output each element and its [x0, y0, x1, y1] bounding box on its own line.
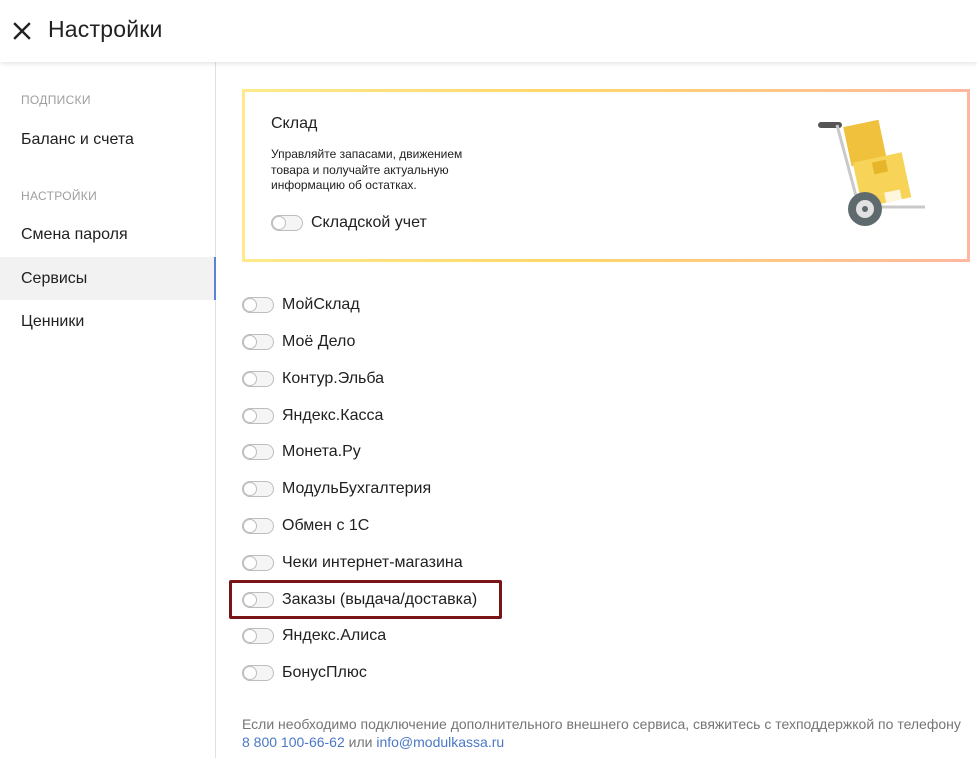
page-title: Настройки [48, 16, 163, 42]
service-row-obmen-1c[interactable]: Обмен с 1С [242, 514, 369, 538]
service-label: МойСклад [282, 296, 360, 313]
service-row-bonusplus[interactable]: БонусПлюс [242, 661, 367, 685]
close-icon[interactable] [10, 19, 34, 43]
service-toggle[interactable] [242, 665, 274, 681]
service-label: Контур.Эльба [282, 370, 385, 387]
service-row-moe-delo[interactable]: Моё Дело [242, 330, 355, 354]
service-row-modul-buhgalteria[interactable]: МодульБухгалтерия [242, 477, 431, 501]
service-label: Яндекс.Касса [282, 407, 384, 424]
warehouse-toggle[interactable] [271, 215, 303, 231]
service-label: Монета.Ру [282, 443, 361, 460]
support-note: Если необходимо подключение дополнительн… [242, 715, 972, 751]
support-email-link[interactable]: info@modulkassa.ru [376, 734, 504, 750]
service-toggle[interactable] [242, 592, 274, 608]
service-label: МодульБухгалтерия [282, 480, 432, 497]
sidebar-item-change-password[interactable]: Смена пароля [0, 213, 216, 256]
warehouse-promo-card: Склад Управляйте запасами, движением тов… [242, 89, 970, 262]
service-toggle[interactable] [242, 408, 274, 424]
service-label: Заказы (выдача/доставка) [282, 591, 478, 608]
support-note-or: или [348, 734, 373, 750]
service-toggle[interactable] [242, 297, 274, 313]
promo-title: Склад [271, 115, 318, 132]
support-note-text: Если необходимо подключение дополнительн… [242, 716, 961, 732]
warehouse-toggle-label: Складской учет [311, 214, 427, 231]
service-toggle[interactable] [242, 518, 274, 534]
app-header: Настройки [0, 0, 977, 62]
service-row-kontur-elba[interactable]: Контур.Эльба [242, 367, 384, 391]
services-panel: Склад Управляйте запасами, движением тов… [216, 62, 977, 758]
service-label: Обмен с 1С [282, 517, 370, 534]
sidebar-item-balance[interactable]: Баланс и счета [0, 118, 216, 161]
promo-description: Управляйте запасами, движением товара и … [271, 147, 463, 192]
service-toggle[interactable] [242, 481, 274, 497]
support-phone-link[interactable]: 8 800 100-66-62 [242, 734, 345, 750]
service-label: Моё Дело [282, 333, 356, 350]
hand-truck-boxes-icon [817, 117, 937, 237]
service-toggle[interactable] [242, 555, 274, 571]
service-row-moneta-ru[interactable]: Монета.Ру [242, 440, 361, 464]
service-toggle[interactable] [242, 334, 274, 350]
service-toggle[interactable] [242, 371, 274, 387]
sidebar-item-price-tags[interactable]: Ценники [0, 300, 216, 343]
service-row-moysklad[interactable]: МойСклад [242, 293, 360, 317]
sidebar-section-subscriptions: ПОДПИСКИ [21, 93, 91, 107]
service-row-online-store-receipts[interactable]: Чеки интернет-магазина [242, 551, 463, 575]
service-toggle[interactable] [242, 628, 274, 644]
service-row-yandex-kassa[interactable]: Яндекс.Касса [242, 404, 383, 428]
service-row-orders-delivery[interactable]: Заказы (выдача/доставка) [242, 588, 477, 612]
service-label: Чеки интернет-магазина [282, 554, 463, 571]
warehouse-toggle-row[interactable]: Складской учет [271, 214, 427, 232]
sidebar-section-settings: НАСТРОЙКИ [21, 189, 98, 203]
service-toggle[interactable] [242, 444, 274, 460]
service-row-yandex-alisa[interactable]: Яндекс.Алиса [242, 624, 386, 648]
service-label: Яндекс.Алиса [282, 627, 387, 644]
sidebar-item-services[interactable]: Сервисы [0, 257, 216, 300]
sidebar: ПОДПИСКИ Баланс и счета НАСТРОЙКИ Смена … [0, 62, 216, 758]
service-label: БонусПлюс [282, 664, 367, 681]
